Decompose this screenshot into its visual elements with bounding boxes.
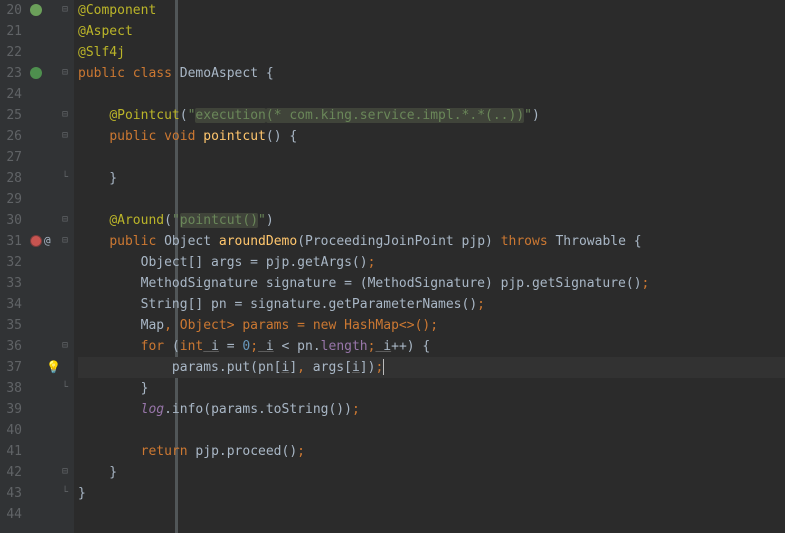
line-number: 37 — [0, 357, 22, 378]
fold-collapse-icon[interactable]: ⊟ — [62, 4, 68, 15]
line-number: 36 — [0, 336, 22, 357]
code-line[interactable]: @Around("pointcut()") — [78, 210, 785, 231]
line-number: 34 — [0, 294, 22, 315]
line-number: 32 — [0, 252, 22, 273]
fold-collapse-icon[interactable]: ⊟ — [62, 214, 68, 225]
line-number: 21 — [0, 21, 22, 42]
intention-bulb-icon[interactable]: 💡 — [46, 360, 61, 374]
line-number: 29 — [0, 189, 22, 210]
line-number: 31 — [0, 231, 22, 252]
fold-end-icon: └ — [62, 172, 68, 183]
class-icon[interactable] — [30, 67, 42, 79]
fold-collapse-icon[interactable]: ⊟ — [62, 109, 68, 120]
code-line[interactable]: Map, Object> params = new HashMap<>(); — [78, 315, 785, 336]
spring-bean-icon[interactable] — [30, 4, 42, 16]
line-number: 38 — [0, 378, 22, 399]
line-number: 40 — [0, 420, 22, 441]
code-line[interactable]: public class DemoAspect { — [78, 63, 785, 84]
line-numbers: 2021222324252627282930313233343536373839… — [0, 0, 28, 533]
code-line[interactable]: params.put(pn[i], args[i]); — [78, 357, 785, 378]
code-line[interactable]: } — [78, 462, 785, 483]
code-line[interactable]: String[] pn = signature.getParameterName… — [78, 294, 785, 315]
code-line[interactable]: public Object aroundDemo(ProceedingJoinP… — [78, 231, 785, 252]
fold-collapse-icon[interactable]: ⊟ — [62, 340, 68, 351]
line-number: 39 — [0, 399, 22, 420]
line-number: 28 — [0, 168, 22, 189]
line-number: 42 — [0, 462, 22, 483]
fold-collapse-icon[interactable]: ⊟ — [62, 466, 68, 477]
fold-end-icon: └ — [62, 382, 68, 393]
code-line[interactable]: } — [78, 483, 785, 504]
line-number: 23 — [0, 63, 22, 84]
fold-end-icon: └ — [62, 487, 68, 498]
code-line[interactable] — [78, 147, 785, 168]
line-number: 22 — [0, 42, 22, 63]
line-number: 25 — [0, 105, 22, 126]
line-number: 20 — [0, 0, 22, 21]
aop-icon[interactable] — [30, 235, 42, 247]
fold-collapse-icon[interactable]: ⊟ — [62, 235, 68, 246]
code-line[interactable]: @Pointcut("execution(* com.king.service.… — [78, 105, 785, 126]
fold-collapse-icon[interactable]: ⊟ — [62, 67, 68, 78]
fold-column[interactable]: ⊟⊟⊟⊟└⊟⊟⊟💡└⊟└ — [46, 0, 74, 533]
line-number: 27 — [0, 147, 22, 168]
code-line[interactable]: MethodSignature signature = (MethodSigna… — [78, 273, 785, 294]
line-number: 41 — [0, 441, 22, 462]
line-number: 44 — [0, 504, 22, 525]
text-cursor — [383, 359, 384, 375]
code-area[interactable]: @Component@Aspect@Slf4jpublic class Demo… — [74, 0, 785, 533]
fold-collapse-icon[interactable]: ⊟ — [62, 130, 68, 141]
code-line[interactable] — [78, 420, 785, 441]
line-number: 26 — [0, 126, 22, 147]
code-line[interactable]: public void pointcut() { — [78, 126, 785, 147]
line-number: 33 — [0, 273, 22, 294]
code-line[interactable]: return pjp.proceed(); — [78, 441, 785, 462]
code-editor[interactable]: 2021222324252627282930313233343536373839… — [0, 0, 785, 533]
line-number: 43 — [0, 483, 22, 504]
code-line[interactable]: log.info(params.toString()); — [78, 399, 785, 420]
code-line[interactable]: @Component — [78, 0, 785, 21]
code-line[interactable] — [78, 189, 785, 210]
code-line[interactable]: Object[] args = pjp.getArgs(); — [78, 252, 785, 273]
line-number: 35 — [0, 315, 22, 336]
code-line[interactable]: } — [78, 378, 785, 399]
code-line[interactable] — [78, 84, 785, 105]
code-line[interactable] — [78, 504, 785, 525]
code-line[interactable]: for (int i = 0; i < pn.length; i++) { — [78, 336, 785, 357]
code-line[interactable]: @Aspect — [78, 21, 785, 42]
line-number: 24 — [0, 84, 22, 105]
gutter: 2021222324252627282930313233343536373839… — [0, 0, 74, 533]
line-number: 30 — [0, 210, 22, 231]
code-line[interactable]: } — [78, 168, 785, 189]
gutter-icons: @ — [28, 0, 46, 533]
code-line[interactable]: @Slf4j — [78, 42, 785, 63]
